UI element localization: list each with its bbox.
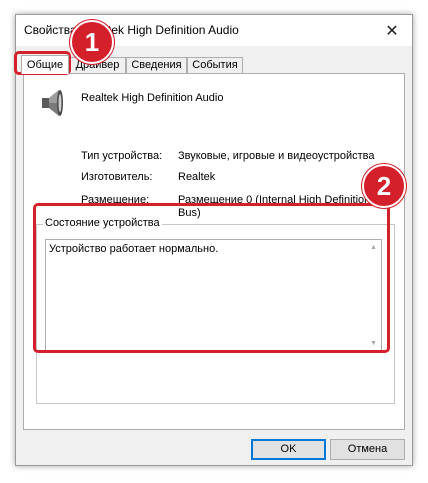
manufacturer-label: Изготовитель: [81, 171, 153, 183]
close-button[interactable]: ✕ [372, 15, 412, 46]
annotation-badge-2: 2 [362, 164, 406, 208]
device-type-value: Звуковые, игровые и видеоустройства [178, 150, 375, 162]
highlight-status-group [33, 203, 390, 353]
annotation-badge-1: 1 [70, 20, 114, 64]
window-title: Свойства: Realtek High Definition Audio [24, 23, 239, 37]
close-icon: ✕ [385, 22, 399, 40]
device-name: Realtek High Definition Audio [81, 92, 224, 104]
cancel-button[interactable]: Отмена [330, 439, 405, 460]
speaker-icon [42, 90, 63, 116]
ok-button[interactable]: OK [251, 439, 326, 460]
tab-details[interactable]: Сведения [126, 57, 187, 73]
tab-strip: Общие Драйвер Сведения События [16, 55, 412, 74]
tab-events[interactable]: События [187, 57, 243, 73]
tab-general[interactable]: Общие [21, 55, 69, 74]
device-type-label: Тип устройства: [81, 150, 163, 162]
